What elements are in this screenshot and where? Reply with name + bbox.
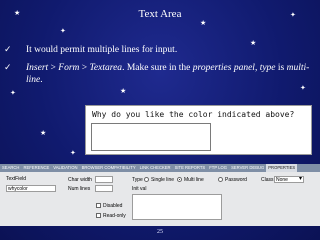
init-val-label: Init val [132,186,147,192]
example-form-preview: Why do you like the color indicated abov… [85,105,312,155]
type-label: Type [132,177,143,183]
multi-line-label: Multi line [184,177,204,183]
class-select[interactable]: None [274,176,304,183]
bullet-text: Insert > Form > Textarea. Make sure in t… [26,62,314,86]
example-textarea[interactable] [91,123,211,151]
tab-browser-compatibility[interactable]: BROWSER COMPATIBILITY [80,164,138,172]
num-lines-field[interactable] [95,185,113,192]
password-label: Password [225,177,247,183]
properties-panel: TextField whycolor Char width Num lines … [0,172,320,226]
tab-validation[interactable]: VALIDATION [51,164,79,172]
tab-properties[interactable]: PROPERTIES [266,164,298,172]
bullet-text-segment: . [40,75,43,85]
readonly-checkbox[interactable] [96,213,101,218]
disabled-label: Disabled [103,203,123,209]
num-lines-label: Num lines [68,186,91,192]
bullet-text-segment: is [275,63,287,73]
tab-reference[interactable]: REFERENCE [21,164,51,172]
star-icon: ✦ [70,149,76,157]
page-number: 25 [157,229,163,235]
radio-multi-line[interactable] [177,177,182,182]
separator: > [79,63,90,73]
type-term: type [259,63,276,73]
star-icon: ✦ [60,27,66,35]
star-icon: ✦ [10,89,16,97]
menu-form: Form [58,63,80,73]
checkmark-icon: ✓ [4,45,12,55]
char-width-label: Char width [68,177,92,183]
tab-server-debug[interactable]: SERVER DEBUG [229,164,266,172]
menu-textarea: Textarea [89,63,123,73]
single-line-label: Single line [151,177,175,183]
bullet-text: It would permit multiple lines for input… [26,45,178,55]
star-icon: ★ [40,129,47,137]
separator: > [48,63,59,73]
radio-single-line[interactable] [144,177,149,182]
tab-site-reports[interactable]: SITE REPORTS [173,164,208,172]
bullet-1: ✓ It would permit multiple lines for inp… [4,44,314,56]
menu-insert: Insert [26,63,49,73]
readonly-label: Read-only [103,213,126,219]
element-type-label: TextField [6,176,27,182]
tab-search[interactable]: SEARCH [0,164,21,172]
question-label: Why do you like the color indicated abov… [92,110,295,119]
star-icon: ★ [120,87,127,95]
tab-link-checker[interactable]: LINK CHECKER [138,164,173,172]
char-width-field[interactable] [95,176,113,183]
init-val-field[interactable] [132,194,222,220]
class-label: Class [261,177,274,183]
panel-tab-bar: SEARCH REFERENCE VALIDATION BROWSER COMP… [0,164,320,172]
star-icon: ✦ [300,84,306,92]
tab-ftp-log[interactable]: FTP LOG [207,164,229,172]
star-icon: ★ [200,19,207,27]
name-field[interactable]: whycolor [6,185,56,192]
properties-panel-term: properties panel [192,63,255,73]
disabled-checkbox[interactable] [96,203,101,208]
slide-title: Text Area [138,8,182,20]
bullet-text-segment: . Make sure in the [122,63,193,73]
radio-password[interactable] [218,177,223,182]
checkmark-icon: ✓ [4,63,12,73]
bullet-2: ✓ Insert > Form > Textarea. Make sure in… [4,62,314,86]
